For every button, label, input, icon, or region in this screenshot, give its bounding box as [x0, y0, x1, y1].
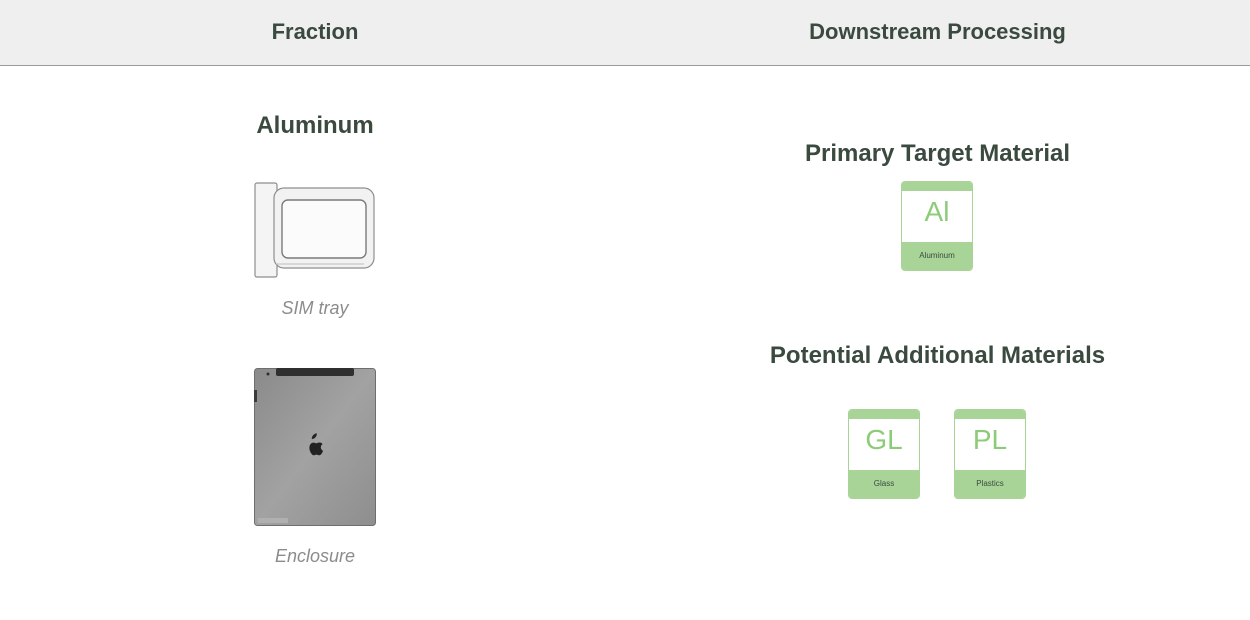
material-name: Aluminum [902, 242, 972, 270]
sim-tray-caption: SIM tray [281, 298, 349, 318]
downstream-processing-column-header: Downstream Processing [809, 19, 1066, 44]
tile-top-band [902, 182, 972, 191]
material-symbol: GL [865, 424, 903, 455]
fraction-title: Aluminum [256, 112, 374, 139]
enclosure-caption: Enclosure [274, 546, 356, 566]
material-name: Glass [849, 470, 919, 498]
material-symbol: PL [972, 424, 1008, 455]
table-header: Fraction Downstream Processing [0, 0, 1250, 66]
material-tile-aluminum: Al Aluminum [901, 181, 973, 271]
primary-target-material-title: Primary Target Material [805, 140, 1070, 167]
material-tile-glass: GL Glass [848, 409, 920, 499]
tile-top-band [849, 410, 919, 419]
material-tile-plastics: PL Plastics [954, 409, 1026, 499]
fraction-column-header: Fraction [271, 19, 359, 44]
material-name: Plastics [955, 470, 1025, 498]
material-symbol: Al [924, 196, 950, 227]
sim-tray-image [254, 182, 376, 278]
enclosure-image [254, 368, 376, 526]
potential-additional-materials-title: Potential Additional Materials [769, 342, 1106, 369]
tile-top-band [955, 410, 1025, 419]
